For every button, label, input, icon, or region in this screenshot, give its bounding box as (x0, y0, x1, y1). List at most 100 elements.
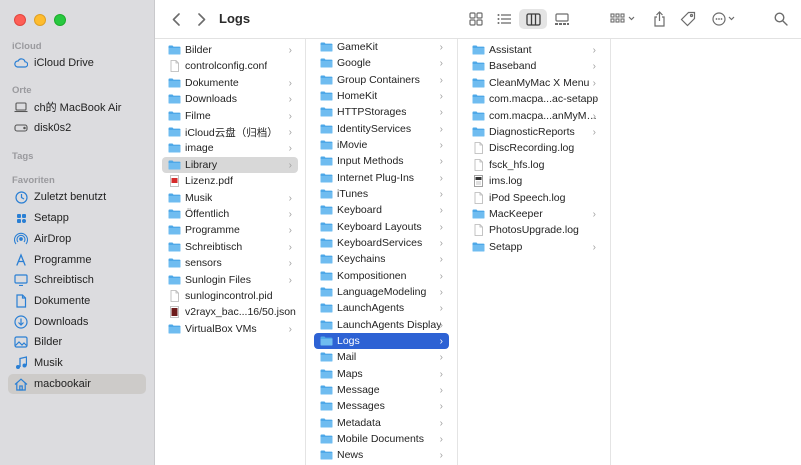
sidebar-item-icloud-drive[interactable]: iCloud Drive (8, 53, 146, 73)
file-row[interactable]: Logs › (314, 332, 449, 349)
file-row[interactable]: Maps › (314, 366, 449, 382)
file-row[interactable]: Mobile Documents › (314, 431, 449, 447)
list-view-button[interactable] (491, 9, 517, 29)
file-row[interactable]: Musik › (162, 190, 298, 206)
column-logs[interactable]: Assistant › Baseband › CleanMyMac X Menu › com… (458, 39, 611, 465)
file-row[interactable]: Internet Plug-Ins › (314, 170, 449, 186)
sidebar-item-ch-macbook-air[interactable]: ch的 MacBook Air (8, 97, 146, 117)
file-row[interactable]: sensors › (162, 255, 298, 271)
sidebar-item-schreibtisch[interactable]: Schreibtisch (8, 270, 146, 290)
file-row[interactable]: com.macpa...anMyMac4 › (466, 108, 602, 124)
file-row[interactable]: DiscRecording.log (466, 140, 602, 156)
sidebar-item-bilder[interactable]: Bilder (8, 332, 146, 352)
sidebar-section-header: Tags (12, 151, 34, 162)
file-row[interactable]: Programme › (162, 222, 298, 238)
file-row[interactable]: iPod Speech.log (466, 190, 602, 206)
file-row[interactable]: Google › (314, 55, 449, 71)
sidebar-item-label: Schreibtisch (34, 274, 94, 286)
folder-icon (314, 58, 337, 68)
sidebar-item-zuletzt-benutzt[interactable]: Zuletzt benutzt (8, 187, 146, 207)
file-row[interactable]: LaunchAgents › (314, 300, 449, 316)
group-button[interactable] (609, 9, 637, 29)
file-name: Programme (185, 224, 240, 237)
file-row[interactable]: Öffentlich › (162, 206, 298, 222)
icon-view-button[interactable] (463, 9, 489, 29)
file-row[interactable]: Metadata › (314, 415, 449, 431)
file-row[interactable]: News › (314, 447, 449, 463)
file-row[interactable]: HTTPStorages › (314, 104, 449, 120)
file-row[interactable]: GameKit › (314, 39, 449, 55)
file-row[interactable]: MacKeeper › (466, 206, 602, 222)
folder-icon (162, 78, 185, 88)
minimize-button[interactable] (34, 14, 46, 26)
file-row[interactable]: iCloud云盘（归档） › (162, 124, 298, 140)
file-row[interactable]: CleanMyMac X Menu › (466, 75, 602, 91)
share-button[interactable] (651, 9, 667, 29)
file-row[interactable]: ims.log (466, 173, 602, 189)
close-button[interactable] (14, 14, 26, 26)
sidebar-item-label: Downloads (34, 316, 89, 328)
gallery-view-button[interactable] (549, 9, 575, 29)
sidebar-item-setapp[interactable]: Setapp (8, 208, 146, 228)
file-row[interactable]: v2rayx_bac...16/50.json (162, 304, 298, 320)
file-row[interactable]: iTunes › (314, 186, 449, 202)
file-name: Message (337, 383, 380, 396)
column-library[interactable]: GameKit › Google › Group Containers › HomeKit ›… (306, 39, 458, 465)
file-row[interactable]: LaunchAgents Display › (314, 317, 449, 333)
file-row[interactable]: Input Methods › (314, 153, 449, 169)
file-row[interactable]: VirtualBox VMs › (162, 321, 298, 337)
file-row[interactable]: Mail › (314, 349, 449, 365)
file-row[interactable]: Filme › (162, 108, 298, 124)
file-row[interactable]: Bilder › (162, 42, 298, 58)
file-row[interactable]: controlconfig.conf (162, 58, 298, 74)
sidebar-item-programme[interactable]: Programme (8, 250, 146, 270)
file-row[interactable]: Dokumente › (162, 75, 298, 91)
file-row[interactable]: com.macpa...ac-setapp › (466, 91, 602, 107)
forward-button[interactable] (195, 9, 209, 29)
tag-button[interactable] (679, 9, 697, 29)
column-home[interactable]: Bilder › controlconfig.conf Dokumente › Downl… (155, 39, 306, 465)
sidebar-item-disk0s2[interactable]: disk0s2 (8, 118, 146, 138)
file-row[interactable]: Keyboard Layouts › (314, 219, 449, 235)
file-row[interactable]: Library › (162, 156, 298, 173)
file-row[interactable]: HomeKit › (314, 88, 449, 104)
file-row[interactable]: Assistant › (466, 42, 602, 58)
file-row[interactable]: Downloads › (162, 91, 298, 107)
file-row[interactable]: fsck_hfs.log (466, 157, 602, 173)
folder-icon (162, 127, 185, 137)
file-row[interactable]: Sunlogin Files › (162, 272, 298, 288)
file-row[interactable]: Setapp › (466, 239, 602, 255)
file-row[interactable]: sunlogincontrol.pid (162, 288, 298, 304)
zoom-button[interactable] (54, 14, 66, 26)
file-row[interactable]: DiagnosticReports › (466, 124, 602, 140)
search-button[interactable] (773, 9, 789, 29)
file-row[interactable]: Kompositionen › (314, 268, 449, 284)
file-row[interactable]: Messages › (314, 398, 449, 414)
file-row[interactable]: IdentityServices › (314, 121, 449, 137)
file-row[interactable]: image › (162, 140, 298, 156)
more-icon (712, 12, 735, 26)
file-row[interactable]: PhotosUpgrade.log (466, 222, 602, 238)
sidebar-item-airdrop[interactable]: AirDrop (8, 229, 146, 249)
back-button[interactable] (169, 9, 183, 29)
file-row[interactable]: Message › (314, 382, 449, 398)
sidebar-item-musik[interactable]: Musik (8, 353, 146, 373)
chevron-right-icon: › (288, 94, 292, 106)
file-row[interactable]: LanguageModeling › (314, 284, 449, 300)
sidebar-item-downloads[interactable]: Downloads (8, 312, 146, 332)
file-row[interactable]: KeyboardServices › (314, 235, 449, 251)
more-button[interactable] (711, 9, 739, 29)
file-row[interactable]: Keyboard › (314, 202, 449, 218)
folder-icon (162, 160, 185, 170)
file-row[interactable]: Lizenz.pdf (162, 173, 298, 189)
file-name: Metadata (337, 416, 381, 429)
sidebar-item-dokumente[interactable]: Dokumente (8, 291, 146, 311)
file-row[interactable]: iMovie › (314, 137, 449, 153)
chevron-right-icon: › (439, 417, 443, 429)
file-row[interactable]: Group Containers › (314, 72, 449, 88)
file-row[interactable]: Baseband › (466, 58, 602, 74)
column-view-button[interactable] (519, 9, 547, 29)
sidebar-item-macbookair[interactable]: macbookair (8, 374, 146, 394)
file-row[interactable]: Schreibtisch › (162, 239, 298, 255)
file-row[interactable]: Keychains › (314, 251, 449, 267)
